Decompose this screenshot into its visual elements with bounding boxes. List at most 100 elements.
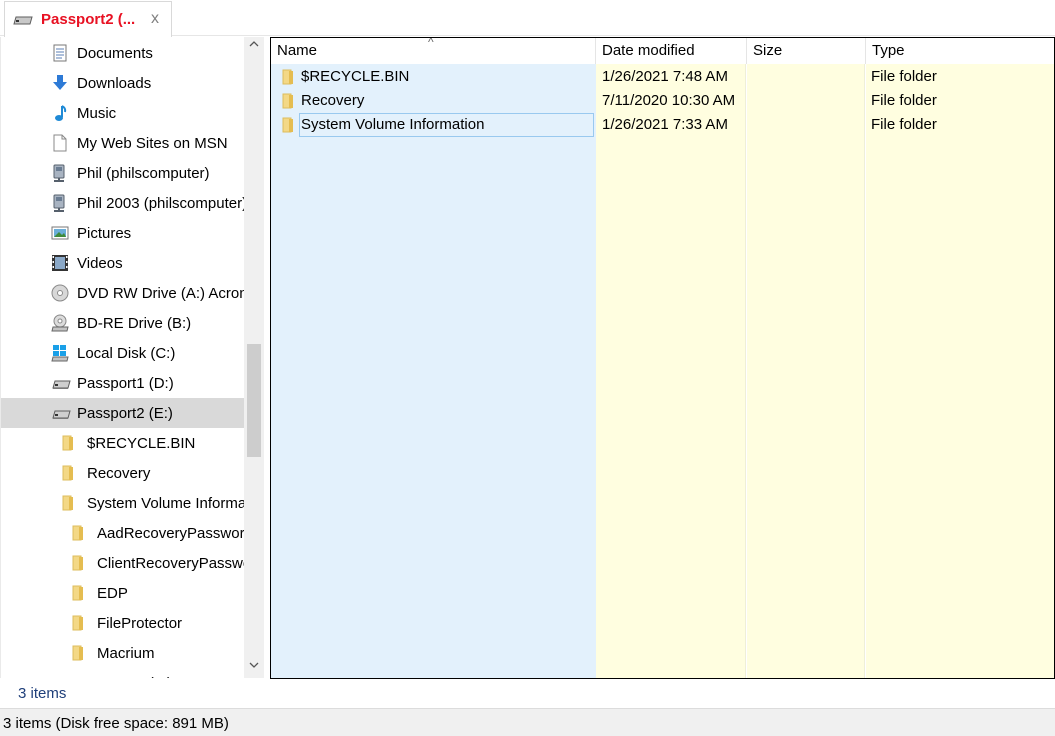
sidebar-item[interactable]: BD-RE Drive (B:): [1, 308, 245, 338]
sidebar-item[interactable]: AadRecoveryPasswordDelete: [1, 518, 245, 548]
sidebar-item[interactable]: Videos: [1, 248, 245, 278]
tab-bar: Passport2 (... x: [0, 0, 1055, 37]
music-icon: [51, 104, 69, 122]
type-column-background: [866, 64, 1054, 678]
name-column-background: [271, 64, 596, 678]
sidebar-item[interactable]: ClientRecoveryPasswordRotation: [1, 548, 245, 578]
sidebar-item[interactable]: Passport2 (E:): [1, 398, 245, 428]
sidebar-item-label: Macrium: [97, 644, 155, 662]
sidebar-item-label: Pictures: [77, 224, 132, 242]
sidebar-item[interactable]: EDP: [1, 578, 245, 608]
item-count-text: 3 items: [18, 685, 67, 702]
column-header-type[interactable]: Type: [866, 38, 1054, 64]
sidebar-item-label: Passport2 (E:): [77, 404, 173, 422]
tab-title: Passport2 (...: [41, 11, 136, 28]
column-header-date[interactable]: Date modified: [596, 38, 747, 64]
column-header-name[interactable]: Name ^: [271, 38, 596, 64]
sidebar-item[interactable]: Local Disk (C:): [1, 338, 245, 368]
size-column-background: [747, 64, 865, 678]
sidebar-item-label: Phil (philscomputer): [77, 164, 210, 182]
file-row[interactable]: Recovery 7/11/2020 10:30 AM File folder: [271, 89, 1054, 113]
sidebar-item[interactable]: Music: [1, 98, 245, 128]
column-header-size-label: Size: [753, 42, 783, 59]
sidebar-item-label: Passport3 (F:): [77, 675, 172, 679]
sidebar-item-label: FileProtector: [97, 614, 183, 632]
sidebar-item-label: Phil 2003 (philscomputer): [77, 194, 245, 212]
web-page-icon: [51, 134, 69, 152]
scrollbar-thumb[interactable]: [247, 344, 261, 457]
sidebar-item-label: AadRecoveryPasswordDelete: [97, 524, 245, 542]
column-header: Name ^ Date modified Size Type: [271, 38, 1054, 64]
folder-icon: [71, 614, 89, 632]
date-column-background: [596, 64, 746, 678]
sidebar-item-label: Recovery: [87, 464, 151, 482]
file-type: File folder: [871, 68, 937, 85]
sidebar-item-label: System Volume Information: [87, 494, 245, 512]
navigation-pane: Documents Downloads Music My Web Sites on M…: [0, 37, 264, 678]
file-name: System Volume Information: [301, 116, 485, 133]
sidebar-item[interactable]: Passport1 (D:): [1, 368, 245, 398]
status-bar: 3 items (Disk free space: 891 MB): [0, 708, 1055, 736]
navigation-scrollbar[interactable]: [244, 37, 264, 678]
windows-drive-icon: [51, 344, 69, 362]
file-list[interactable]: Name ^ Date modified Size Type $RECYCLE.…: [270, 37, 1055, 679]
column-header-name-label: Name: [277, 42, 318, 59]
file-name: $RECYCLE.BIN: [301, 68, 410, 85]
file-date-modified: 1/26/2021 7:48 AM: [602, 68, 728, 85]
sidebar-item-label: Documents: [77, 44, 153, 62]
sort-ascending-icon: ^: [428, 37, 434, 49]
network-drive-icon: [51, 194, 69, 212]
folder-icon: [61, 434, 79, 452]
file-type: File folder: [871, 92, 937, 109]
column-header-size[interactable]: Size: [747, 38, 866, 64]
documents-icon: [51, 44, 69, 62]
network-drive-icon: [51, 164, 69, 182]
sidebar-item[interactable]: FileProtector: [1, 608, 245, 638]
scroll-up-arrow-icon[interactable]: [244, 39, 264, 57]
sidebar-item[interactable]: Documents: [1, 38, 245, 68]
sidebar-item[interactable]: Phil (philscomputer): [1, 158, 245, 188]
column-header-type-label: Type: [872, 42, 905, 59]
drive-icon: [51, 404, 71, 422]
sidebar-item[interactable]: Downloads: [1, 68, 245, 98]
column-header-date-label: Date modified: [602, 42, 695, 59]
tab-passport2[interactable]: Passport2 (... x: [4, 1, 172, 37]
sidebar-item-label: EDP: [97, 584, 128, 602]
drive-icon: [13, 13, 33, 27]
sidebar-item[interactable]: DVD RW Drive (A:) Acronis: [1, 278, 245, 308]
sidebar-item-label: My Web Sites on MSN: [77, 134, 228, 152]
folder-icon: [71, 554, 89, 572]
sidebar-item[interactable]: Phil 2003 (philscomputer): [1, 188, 245, 218]
file-row[interactable]: $RECYCLE.BIN 1/26/2021 7:48 AM File folder: [271, 65, 1054, 89]
sidebar-item[interactable]: Pictures: [1, 218, 245, 248]
sidebar-item-label: Downloads: [77, 74, 152, 92]
downloads-icon: [51, 74, 69, 92]
sidebar-item[interactable]: System Volume Information: [1, 488, 245, 518]
close-icon[interactable]: x: [147, 10, 163, 28]
sidebar-item-label: Videos: [77, 254, 123, 272]
file-type: File folder: [871, 116, 937, 133]
sidebar-item[interactable]: Macrium: [1, 638, 245, 668]
sidebar-item-label: Local Disk (C:): [77, 344, 176, 362]
pictures-icon: [51, 224, 69, 242]
file-name: Recovery: [301, 92, 365, 109]
file-row[interactable]: System Volume Information 1/26/2021 7:33 …: [271, 113, 1054, 137]
scroll-down-arrow-icon[interactable]: [244, 660, 264, 678]
sidebar-item[interactable]: $RECYCLE.BIN: [1, 428, 245, 458]
sidebar-item[interactable]: My Web Sites on MSN: [1, 128, 245, 158]
file-date-modified: 7/11/2020 10:30 AM: [602, 92, 736, 109]
folder-icon: [71, 524, 89, 542]
folder-icon: [61, 494, 79, 512]
folder-icon: [61, 464, 79, 482]
folder-icon: [71, 644, 89, 662]
dvd-drive-icon: [51, 284, 69, 302]
disk-free-space-text: 3 items (Disk free space: 891 MB): [3, 715, 229, 732]
sidebar-item-label: Passport1 (D:): [77, 374, 174, 392]
sidebar-item[interactable]: Passport3 (F:): [1, 668, 245, 679]
videos-icon: [51, 254, 69, 272]
sidebar-item[interactable]: Recovery: [1, 458, 245, 488]
sidebar-item-label: DVD RW Drive (A:) Acronis: [77, 284, 245, 302]
sidebar-item-label: BD-RE Drive (B:): [77, 314, 192, 332]
sidebar-item-label: Music: [77, 104, 117, 122]
folder-icon: [281, 116, 295, 140]
